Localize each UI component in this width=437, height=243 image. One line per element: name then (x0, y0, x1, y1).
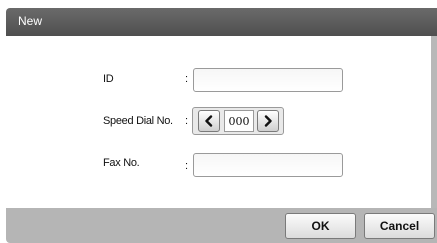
id-label: ID (103, 73, 114, 85)
dialog-right-edge (431, 36, 437, 208)
dialog-titlebar: New (6, 8, 437, 36)
new-entry-dialog: New ID : Speed Dial No. : 000 Fax No. : … (0, 0, 437, 243)
cancel-button[interactable]: Cancel (364, 213, 435, 239)
dialog-button-bar: OK Cancel (6, 208, 437, 243)
dialog-title: New (18, 14, 43, 28)
speed-dial-stepper: 000 (192, 107, 284, 135)
speed-dial-label: Speed Dial No. (103, 115, 173, 127)
ok-button[interactable]: OK (285, 213, 356, 239)
id-colon: : (185, 73, 189, 85)
chevron-left-icon (205, 115, 213, 127)
fax-label: Fax No. (103, 157, 140, 169)
chevron-right-icon (264, 115, 272, 127)
fax-colon: : (185, 160, 189, 172)
speed-dial-colon: : (185, 115, 189, 127)
id-field[interactable] (193, 68, 343, 92)
speed-dial-increment-button[interactable] (257, 110, 279, 132)
speed-dial-decrement-button[interactable] (198, 110, 220, 132)
fax-field[interactable] (193, 153, 343, 177)
speed-dial-value[interactable]: 000 (224, 110, 254, 132)
